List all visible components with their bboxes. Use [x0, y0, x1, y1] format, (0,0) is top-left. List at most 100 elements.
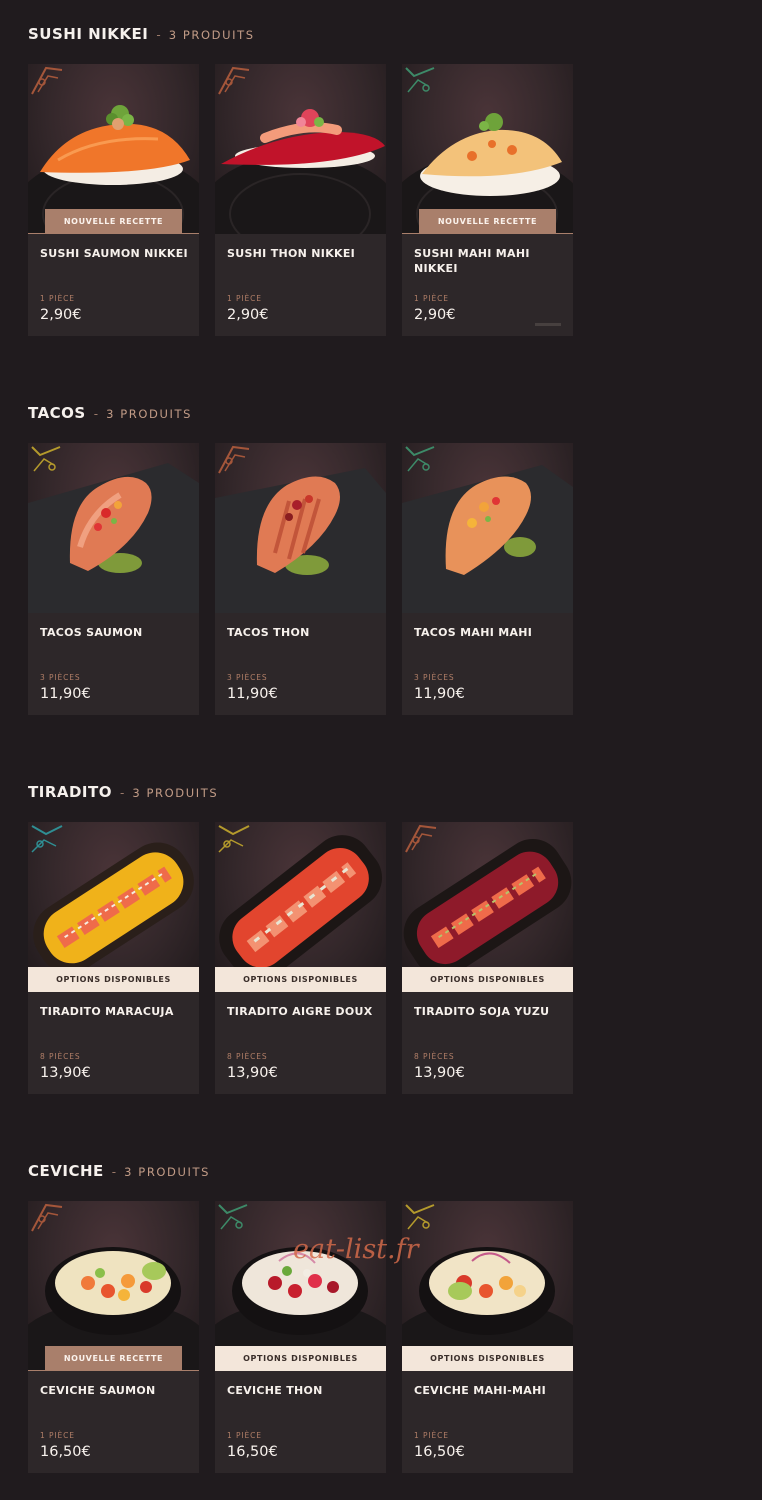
product-image[interactable] — [215, 64, 386, 234]
product-grid: NOUVELLE RECETTE SUSHI SAUMON NIKKEI 1 P… — [28, 64, 588, 336]
options-badge: OPTIONS DISPONIBLES — [215, 1346, 386, 1371]
product-price: 11,90€ — [40, 686, 91, 702]
pattern-icon — [218, 825, 250, 853]
product-image[interactable]: OPTIONS DISPONIBLES — [402, 822, 573, 992]
product-card[interactable]: OPTIONS DISPONIBLES TIRADITO MARACUJA 8 … — [28, 822, 199, 1094]
pattern-icon — [31, 825, 63, 853]
product-name: TACOS THON — [227, 626, 310, 639]
product-card[interactable]: OPTIONS DISPONIBLES TIRADITO AIGRE DOUX … — [215, 822, 386, 1094]
product-price: 16,50€ — [414, 1444, 465, 1460]
badge-underline — [28, 233, 199, 234]
product-quantity: 1 PIÈCE — [227, 1431, 262, 1440]
pattern-icon — [31, 446, 61, 472]
product-image[interactable] — [28, 443, 199, 613]
section-header: TACOS - 3 PRODUITS — [28, 404, 588, 426]
section-header: SUSHI NIKKEI - 3 PRODUITS — [28, 25, 588, 47]
product-quantity: 1 PIÈCE — [227, 294, 262, 303]
section-title: TIRADITO — [28, 783, 112, 801]
options-badge: OPTIONS DISPONIBLES — [402, 1346, 573, 1371]
pattern-icon — [405, 67, 435, 93]
section-title: TACOS — [28, 404, 86, 422]
section-separator: - — [93, 407, 99, 421]
product-name: TACOS MAHI MAHI — [414, 626, 533, 639]
product-price: 11,90€ — [414, 686, 465, 702]
section-separator: - — [156, 28, 161, 42]
product-card[interactable]: TACOS THON 3 PIÈCES 11,90€ — [215, 443, 386, 715]
product-name: TIRADITO SOJA YUZU — [414, 1005, 550, 1018]
product-image[interactable]: NOUVELLE RECETTE — [402, 64, 573, 234]
product-image[interactable]: OPTIONS DISPONIBLES — [402, 1201, 573, 1371]
product-name: CEVICHE MAHI-MAHI — [414, 1384, 546, 1397]
badge-underline — [402, 233, 573, 234]
section-tiradito: TIRADITO - 3 PRODUITS OPTIONS DISPONIBLE… — [28, 783, 588, 1094]
options-badge: OPTIONS DISPONIBLES — [215, 967, 386, 992]
pattern-icon — [405, 1204, 435, 1230]
section-separator: - — [111, 1165, 117, 1179]
section-header: CEVICHE - 3 PRODUITS — [28, 1162, 588, 1184]
product-card[interactable]: OPTIONS DISPONIBLES CEVICHE MAHI-MAHI 1 … — [402, 1201, 573, 1473]
product-image[interactable]: NOUVELLE RECETTE — [28, 64, 199, 234]
product-card[interactable]: NOUVELLE RECETTE SUSHI MAHI MAHI NIKKEI … — [402, 64, 573, 336]
product-image[interactable]: NOUVELLE RECETTE — [28, 1201, 199, 1371]
section-title: SUSHI NIKKEI — [28, 25, 149, 43]
product-price: 16,50€ — [40, 1444, 91, 1460]
product-price: 13,90€ — [40, 1065, 91, 1081]
product-quantity: 1 PIÈCE — [414, 294, 449, 303]
product-image[interactable]: OPTIONS DISPONIBLES — [215, 1201, 386, 1371]
product-image[interactable] — [215, 443, 386, 613]
new-recipe-badge: NOUVELLE RECETTE — [45, 1346, 182, 1371]
product-card[interactable]: SUSHI THON NIKKEI 1 PIÈCE 2,90€ — [215, 64, 386, 336]
options-badge: OPTIONS DISPONIBLES — [28, 967, 199, 992]
product-card[interactable]: TACOS SAUMON 3 PIÈCES 11,90€ — [28, 443, 199, 715]
product-quantity: 1 PIÈCE — [40, 294, 75, 303]
product-image[interactable] — [402, 443, 573, 613]
pattern-icon — [405, 824, 437, 853]
product-card[interactable]: NOUVELLE RECETTE CEVICHE SAUMON 1 PIÈCE … — [28, 1201, 199, 1473]
product-card[interactable]: NOUVELLE RECETTE SUSHI SAUMON NIKKEI 1 P… — [28, 64, 199, 336]
section-ceviche: CEVICHE - 3 PRODUITS NOUVELLE RECETTE CE… — [28, 1162, 588, 1473]
product-grid: TACOS SAUMON 3 PIÈCES 11,90€ TACOS THON … — [28, 443, 588, 715]
product-card[interactable]: TACOS MAHI MAHI 3 PIÈCES 11,90€ — [402, 443, 573, 715]
product-image[interactable]: OPTIONS DISPONIBLES — [28, 822, 199, 992]
section-count: 3 PRODUITS — [106, 407, 193, 421]
badge-underline — [28, 1370, 199, 1371]
section-count: 3 PRODUITS — [168, 28, 255, 42]
pattern-icon — [31, 1203, 63, 1232]
product-name: TIRADITO MARACUJA — [40, 1005, 174, 1018]
watermark: eat-list.fr — [293, 1234, 419, 1265]
pattern-icon — [405, 446, 435, 472]
product-price: 16,50€ — [227, 1444, 278, 1460]
product-name: TIRADITO AIGRE DOUX — [227, 1005, 373, 1018]
product-name: SUSHI MAHI MAHI NIKKEI — [414, 247, 530, 275]
product-name: CEVICHE THON — [227, 1384, 323, 1397]
product-quantity: 1 PIÈCE — [414, 1431, 449, 1440]
product-price: 2,90€ — [40, 307, 82, 323]
product-card[interactable]: OPTIONS DISPONIBLES TIRADITO SOJA YUZU 8… — [402, 822, 573, 1094]
small-tag — [535, 323, 561, 326]
new-recipe-badge: NOUVELLE RECETTE — [45, 209, 182, 234]
product-price: 13,90€ — [414, 1065, 465, 1081]
section-sushi-nikkei: SUSHI NIKKEI - 3 PRODUITS NOUVELLE RECET… — [28, 25, 588, 336]
product-quantity: 3 PIÈCES — [414, 673, 455, 682]
product-grid: OPTIONS DISPONIBLES TIRADITO MARACUJA 8 … — [28, 822, 588, 1094]
section-header: TIRADITO - 3 PRODUITS — [28, 783, 588, 805]
section-tacos: TACOS - 3 PRODUITS TACOS SAUMON 3 PIÈCES… — [28, 404, 588, 715]
product-quantity: 3 PIÈCES — [40, 673, 81, 682]
product-name: TACOS SAUMON — [40, 626, 143, 639]
product-quantity: 8 PIÈCES — [227, 1052, 268, 1061]
options-badge: OPTIONS DISPONIBLES — [402, 967, 573, 992]
section-title: CEVICHE — [28, 1162, 104, 1180]
product-price: 13,90€ — [227, 1065, 278, 1081]
pattern-icon — [218, 1204, 248, 1230]
product-quantity: 8 PIÈCES — [414, 1052, 455, 1061]
section-count: 3 PRODUITS — [132, 786, 219, 800]
product-price: 11,90€ — [227, 686, 278, 702]
product-name: SUSHI SAUMON NIKKEI — [40, 247, 188, 260]
new-recipe-badge: NOUVELLE RECETTE — [419, 209, 556, 234]
pattern-icon — [218, 445, 250, 474]
pattern-icon — [31, 66, 63, 95]
section-separator: - — [120, 786, 125, 800]
product-price: 2,90€ — [227, 307, 269, 323]
product-price: 2,90€ — [414, 307, 456, 323]
product-image[interactable]: OPTIONS DISPONIBLES — [215, 822, 386, 992]
